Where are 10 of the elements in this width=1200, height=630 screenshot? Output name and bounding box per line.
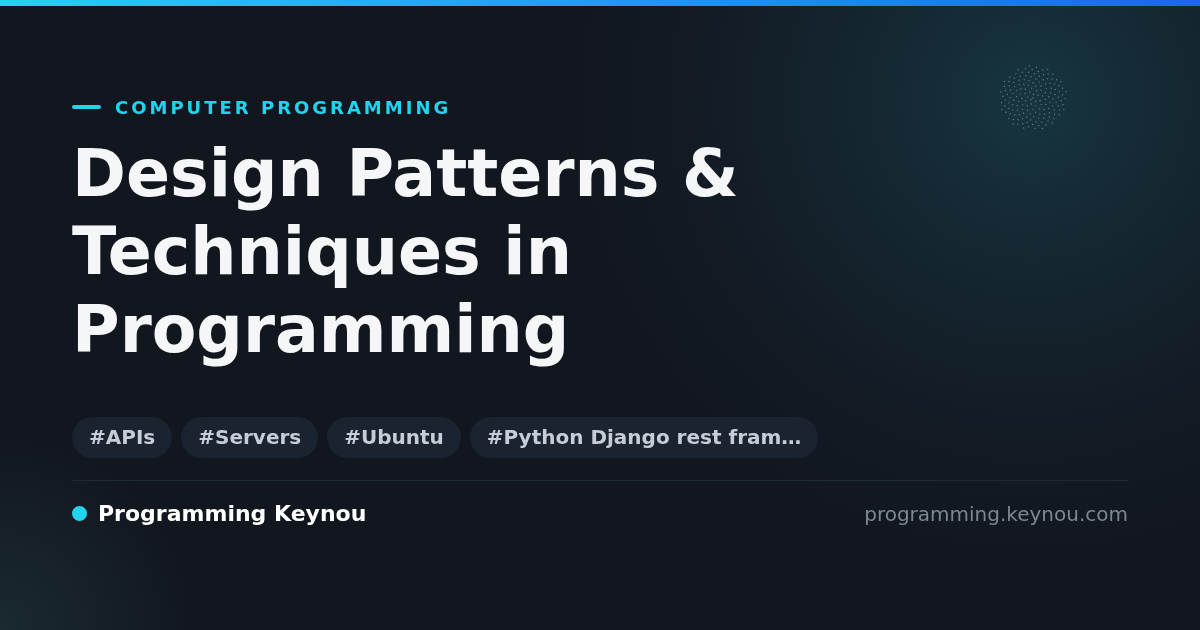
- tag-chip: #Ubuntu: [327, 417, 461, 458]
- tag-chip: #Servers: [181, 417, 319, 458]
- tag-chip: #APIs: [72, 417, 173, 458]
- category-label: COMPUTER PROGRAMMING: [115, 96, 452, 118]
- article-title: Design Patterns & Techniques in Programming: [72, 135, 740, 369]
- accent-dash: [72, 105, 101, 109]
- tag-chip: #Python Django rest fram…: [469, 417, 819, 458]
- brand-dot-icon: [72, 506, 87, 521]
- site-url: programming.keynou.com: [864, 501, 1128, 526]
- site-name: Programming Keynou: [98, 501, 367, 526]
